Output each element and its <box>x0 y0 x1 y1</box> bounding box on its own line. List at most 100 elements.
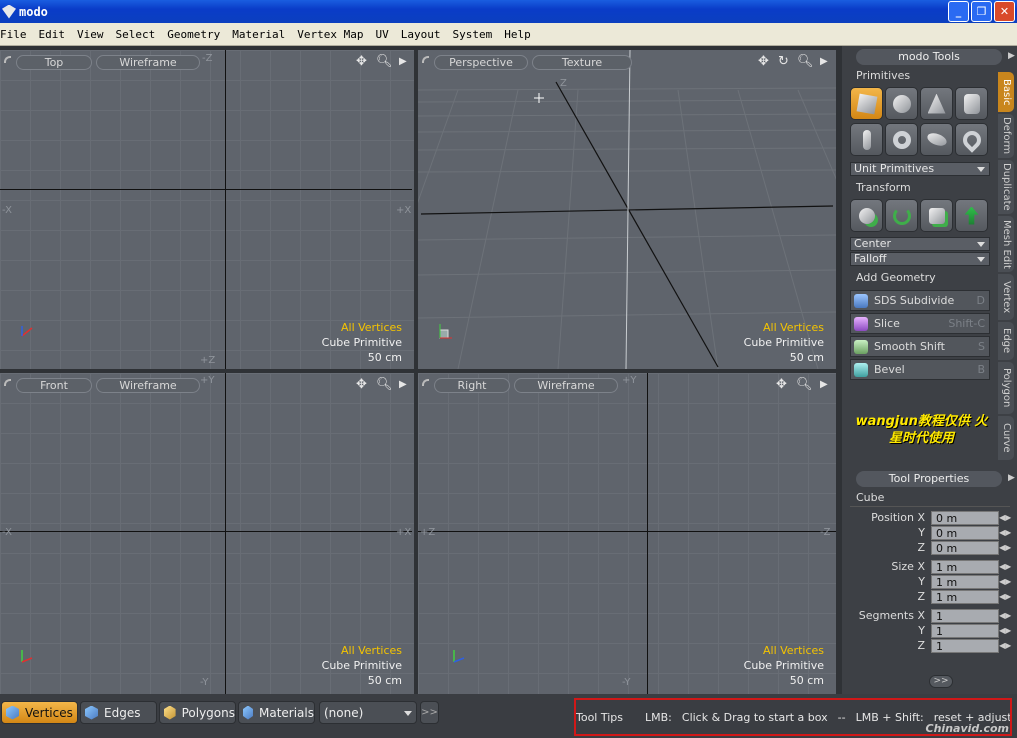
segments-x-spinner-icon[interactable]: ◀▶ <box>999 609 1011 623</box>
position-z-field[interactable]: 0 m <box>931 541 999 555</box>
position-x-field[interactable]: 0 m <box>931 511 999 525</box>
menu-edit[interactable]: Edit <box>33 28 72 41</box>
cube-primitive-button[interactable] <box>850 87 883 120</box>
axis-x-label: X <box>917 560 925 573</box>
sphere-primitive-button[interactable] <box>885 87 918 120</box>
size-x-field[interactable]: 1 m <box>931 560 999 574</box>
menu-view[interactable]: View <box>71 28 110 41</box>
viewport-menu-icon[interactable] <box>422 56 429 63</box>
selection-set-dropdown[interactable]: (none) <box>319 701 417 724</box>
shading-mode-button[interactable]: Wireframe <box>96 55 200 70</box>
shading-mode-button[interactable]: Texture <box>532 55 632 70</box>
zoom-icon[interactable]: 🔍︎ <box>376 54 393 69</box>
materials-mode-button[interactable]: Materials <box>238 701 315 724</box>
minimize-button[interactable]: _ <box>948 1 969 22</box>
viewport-expand-icon[interactable]: ▶ <box>820 379 828 390</box>
transform-tool-button[interactable] <box>955 199 988 232</box>
segments-y-spinner-icon[interactable]: ◀▶ <box>999 624 1011 638</box>
close-button[interactable]: ✕ <box>994 1 1015 22</box>
viewport-expand-icon[interactable]: ▶ <box>399 379 407 390</box>
menu-uv[interactable]: UV <box>369 28 394 41</box>
move-tool-button[interactable] <box>850 199 883 232</box>
ellipsoid-primitive-button[interactable] <box>920 123 953 156</box>
menu-material[interactable]: Material <box>226 28 291 41</box>
tab-mesh-edit[interactable]: Mesh Edit <box>998 216 1014 272</box>
maximize-button[interactable]: ❐ <box>971 1 992 22</box>
panel-expand-icon[interactable]: ▶ <box>1008 51 1015 61</box>
size-z-field[interactable]: 1 m <box>931 590 999 604</box>
cylinder-primitive-button[interactable] <box>955 87 988 120</box>
rotate-icon[interactable]: ↻ <box>778 54 789 69</box>
sds-subdivide-button[interactable]: SDS Subdivide D <box>850 290 990 311</box>
shading-mode-button[interactable]: Wireframe <box>514 378 618 393</box>
viewport-menu-icon[interactable] <box>4 56 11 63</box>
zoom-icon[interactable]: 🔍︎ <box>797 54 814 69</box>
viewport-perspective[interactable]: Perspective Texture Z ✥ ↻ 🔍︎ ▶ All Verti… <box>418 50 836 369</box>
panel-expand-icon[interactable]: ▶ <box>1008 473 1015 483</box>
pan-icon[interactable]: ✥ <box>776 377 787 392</box>
menu-layout[interactable]: Layout <box>395 28 447 41</box>
menu-vertex-map[interactable]: Vertex Map <box>291 28 369 41</box>
zoom-icon[interactable]: 🔍︎ <box>376 377 393 392</box>
view-type-button[interactable]: Right <box>434 378 510 393</box>
position-z-spinner-icon[interactable]: ◀▶ <box>999 541 1011 555</box>
menu-select[interactable]: Select <box>110 28 162 41</box>
menu-file[interactable]: File <box>0 28 33 41</box>
viewport-top[interactable]: Top Wireframe ✥ 🔍︎ ▶ -Z +Z -X +X All Ver… <box>0 50 414 369</box>
tab-polygon[interactable]: Polygon <box>998 362 1014 414</box>
tube-primitive-button[interactable] <box>955 123 988 156</box>
tab-basic[interactable]: Basic <box>998 72 1014 112</box>
zoom-icon[interactable]: 🔍︎ <box>796 377 813 392</box>
vertices-mode-button[interactable]: Vertices <box>1 701 78 724</box>
menu-geometry[interactable]: Geometry <box>161 28 226 41</box>
segments-x-field[interactable]: 1 <box>931 609 999 623</box>
properties-more-button[interactable]: >> <box>929 675 953 688</box>
pan-icon[interactable]: ✥ <box>356 377 367 392</box>
tab-edge[interactable]: Edge <box>998 322 1014 360</box>
viewport-expand-icon[interactable]: ▶ <box>399 56 407 67</box>
cone-primitive-button[interactable] <box>920 87 953 120</box>
segments-z-field[interactable]: 1 <box>931 639 999 653</box>
size-y-field[interactable]: 1 m <box>931 575 999 589</box>
rotate-tool-button[interactable] <box>885 199 918 232</box>
tools-panel-header[interactable]: modo Tools <box>856 49 1002 65</box>
polygons-mode-button[interactable]: Polygons <box>159 701 236 724</box>
tab-vertex[interactable]: Vertex <box>998 274 1014 320</box>
tool-properties-header[interactable]: Tool Properties <box>856 471 1002 487</box>
view-type-button[interactable]: Perspective <box>434 55 528 70</box>
slice-button[interactable]: Slice Shift-C <box>850 313 990 334</box>
smooth-shift-button[interactable]: Smooth Shift S <box>850 336 990 357</box>
pan-icon[interactable]: ✥ <box>758 54 769 69</box>
view-type-button[interactable]: Top <box>16 55 92 70</box>
size-x-spinner-icon[interactable]: ◀▶ <box>999 560 1011 574</box>
scale-tool-button[interactable] <box>920 199 953 232</box>
viewport-front[interactable]: Front Wireframe ✥ 🔍︎ ▶ +Y -Y -X +X All V… <box>0 373 414 694</box>
primitives-dropdown[interactable]: Unit Primitives <box>850 162 990 176</box>
menu-system[interactable]: System <box>446 28 498 41</box>
segments-y-field[interactable]: 1 <box>931 624 999 638</box>
tab-deform[interactable]: Deform <box>998 114 1014 158</box>
torus-primitive-button[interactable] <box>885 123 918 156</box>
shading-mode-button[interactable]: Wireframe <box>96 378 200 393</box>
position-y-spinner-icon[interactable]: ◀▶ <box>999 526 1011 540</box>
tab-curve[interactable]: Curve <box>998 416 1014 460</box>
viewport-menu-icon[interactable] <box>422 379 429 386</box>
modes-more-button[interactable]: >> <box>420 701 439 724</box>
size-z-spinner-icon[interactable]: ◀▶ <box>999 590 1011 604</box>
center-dropdown[interactable]: Center <box>850 237 990 251</box>
viewport-menu-icon[interactable] <box>4 379 11 386</box>
edges-mode-button[interactable]: Edges <box>80 701 157 724</box>
bevel-button[interactable]: Bevel B <box>850 359 990 380</box>
viewport-expand-icon[interactable]: ▶ <box>820 56 828 67</box>
falloff-dropdown[interactable]: Falloff <box>850 252 990 266</box>
position-x-spinner-icon[interactable]: ◀▶ <box>999 511 1011 525</box>
menu-help[interactable]: Help <box>498 28 537 41</box>
segments-z-spinner-icon[interactable]: ◀▶ <box>999 639 1011 653</box>
capsule-primitive-button[interactable] <box>850 123 883 156</box>
viewport-right[interactable]: Right Wireframe ✥ 🔍︎ ▶ +Y -Y +Z -Z All V… <box>418 373 836 694</box>
size-y-spinner-icon[interactable]: ◀▶ <box>999 575 1011 589</box>
pan-icon[interactable]: ✥ <box>356 54 367 69</box>
position-y-field[interactable]: 0 m <box>931 526 999 540</box>
view-type-button[interactable]: Front <box>16 378 92 393</box>
tab-duplicate[interactable]: Duplicate <box>998 160 1014 214</box>
